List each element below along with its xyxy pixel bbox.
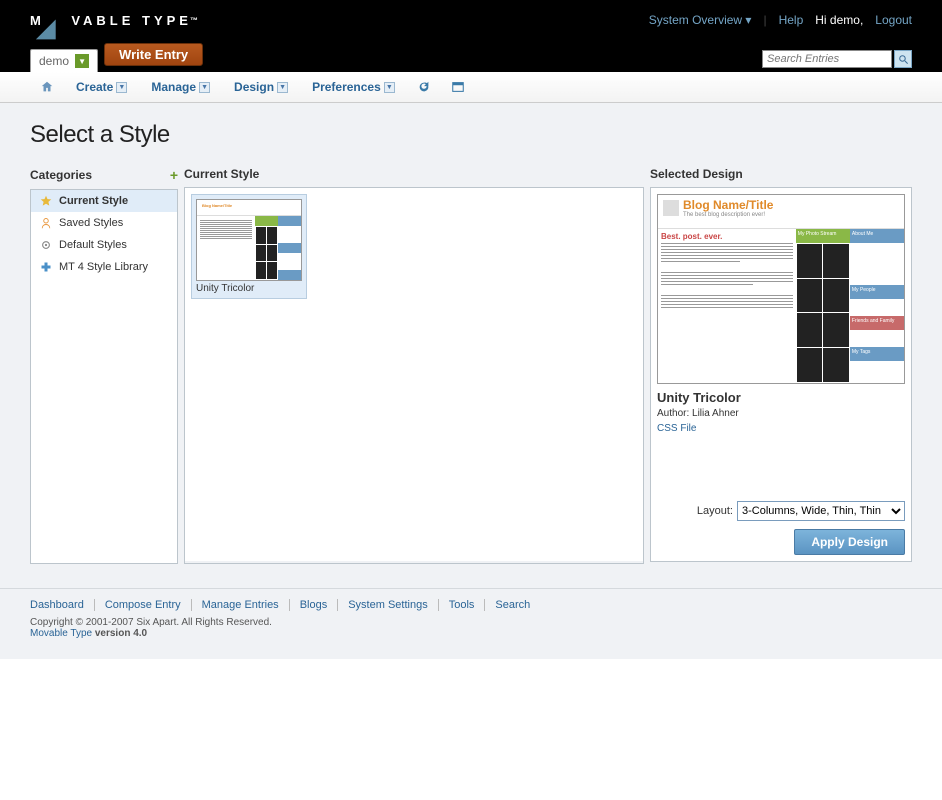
help-link[interactable]: Help bbox=[779, 13, 804, 27]
top-bar: M◢VABLE TYPE™ System Overview ▾ | Help H… bbox=[0, 0, 942, 72]
star-icon bbox=[39, 194, 53, 208]
style-thumbnail[interactable]: Blog Name/Title bbox=[191, 194, 307, 299]
dropdown-icon: ▼ bbox=[199, 82, 210, 93]
plus-icon bbox=[39, 260, 53, 274]
selected-design-name: Unity Tricolor bbox=[657, 390, 905, 405]
category-mt4-library[interactable]: MT 4 Style Library bbox=[31, 256, 177, 278]
nav-preferences[interactable]: Preferences▼ bbox=[300, 72, 407, 102]
system-overview-link[interactable]: System Overview ▾ bbox=[649, 13, 752, 27]
categories-heading: Categories bbox=[30, 168, 92, 182]
dropdown-icon: ▼ bbox=[116, 82, 127, 93]
footer-search[interactable]: Search bbox=[485, 599, 540, 611]
category-default-styles[interactable]: Default Styles bbox=[31, 234, 177, 256]
add-category-icon[interactable]: + bbox=[170, 167, 178, 183]
page-title: Select a Style bbox=[30, 121, 912, 149]
home-icon[interactable] bbox=[30, 80, 64, 94]
version-text: version 4.0 bbox=[92, 628, 147, 639]
nav-bar: Create▼ Manage▼ Design▼ Preferences▼ bbox=[0, 72, 942, 103]
footer: Dashboard Compose Entry Manage Entries B… bbox=[0, 588, 942, 659]
gear-icon bbox=[39, 238, 53, 252]
write-entry-button[interactable]: Write Entry bbox=[104, 43, 203, 66]
logo[interactable]: M◢VABLE TYPE™ bbox=[30, 6, 198, 35]
category-saved-styles[interactable]: Saved Styles bbox=[31, 212, 177, 234]
layout-label: Layout: bbox=[697, 505, 733, 517]
copyright: Copyright © 2001-2007 Six Apart. All Rig… bbox=[30, 617, 912, 628]
apply-design-button[interactable]: Apply Design bbox=[794, 529, 905, 555]
footer-dashboard[interactable]: Dashboard bbox=[30, 599, 95, 611]
nav-design[interactable]: Design▼ bbox=[222, 72, 300, 102]
category-list: Current Style Saved Styles Default Style… bbox=[31, 190, 177, 563]
current-style-heading: Current Style bbox=[184, 167, 259, 181]
css-file-link[interactable]: CSS File bbox=[657, 423, 905, 434]
category-current-style[interactable]: Current Style bbox=[31, 190, 177, 212]
user-greeting: Hi demo, bbox=[815, 13, 863, 27]
logout-link[interactable]: Logout bbox=[875, 13, 912, 27]
main-content: Select a Style Categories + Current Styl… bbox=[0, 103, 942, 588]
footer-system-settings[interactable]: System Settings bbox=[338, 599, 438, 611]
selected-design-author: Author: Lilia Ahner bbox=[657, 408, 905, 419]
user-icon bbox=[39, 216, 53, 230]
nav-manage[interactable]: Manage▼ bbox=[139, 72, 222, 102]
nav-create[interactable]: Create▼ bbox=[64, 72, 139, 102]
footer-blogs[interactable]: Blogs bbox=[290, 599, 339, 611]
search-icon bbox=[898, 54, 909, 65]
footer-compose[interactable]: Compose Entry bbox=[95, 599, 192, 611]
dropdown-icon: ▼ bbox=[75, 54, 89, 68]
search-button[interactable] bbox=[894, 50, 912, 68]
design-preview: Blog Name/Title The best blog descriptio… bbox=[657, 194, 905, 384]
style-thumbnail-label: Unity Tricolor bbox=[196, 281, 302, 296]
selected-design-heading: Selected Design bbox=[650, 167, 743, 181]
dropdown-icon: ▼ bbox=[277, 82, 288, 93]
search-input[interactable] bbox=[762, 50, 892, 68]
footer-manage-entries[interactable]: Manage Entries bbox=[192, 599, 290, 611]
footer-tools[interactable]: Tools bbox=[439, 599, 486, 611]
refresh-icon[interactable] bbox=[407, 80, 441, 94]
blog-selector[interactable]: demo ▼ bbox=[30, 49, 98, 72]
layout-select[interactable]: 3-Columns, Wide, Thin, Thin bbox=[737, 501, 905, 521]
mt-link[interactable]: Movable Type bbox=[30, 628, 92, 639]
dropdown-icon: ▼ bbox=[384, 82, 395, 93]
window-icon[interactable] bbox=[441, 80, 475, 94]
